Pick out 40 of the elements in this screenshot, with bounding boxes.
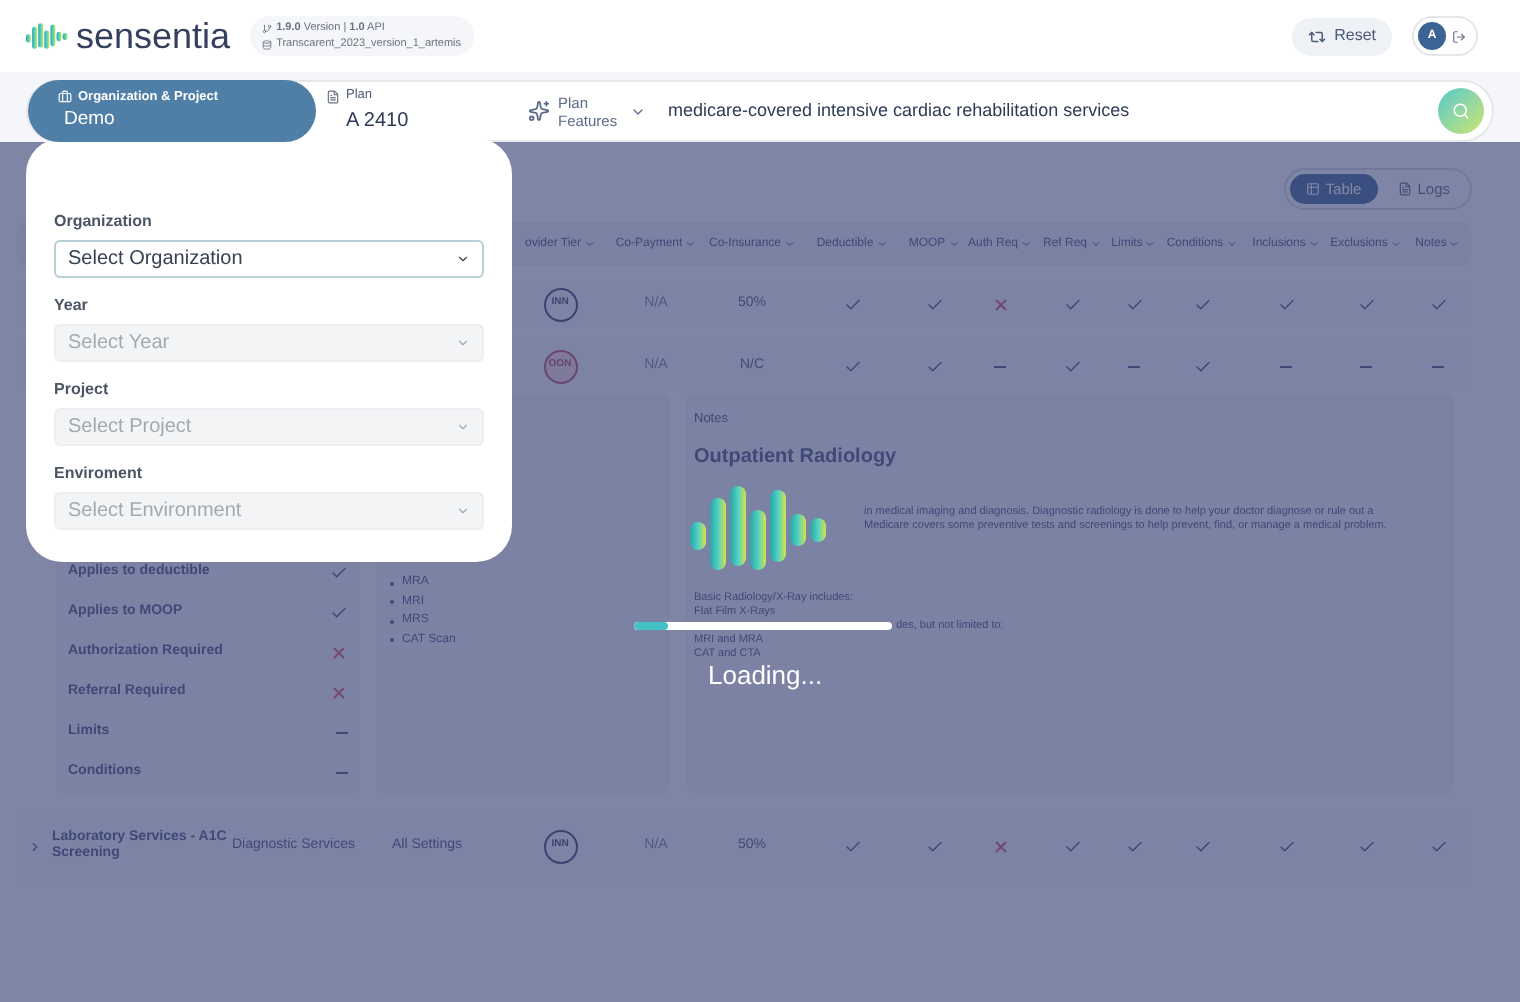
chevron-down-icon: [456, 336, 470, 350]
chevron-down-icon: [1448, 238, 1461, 250]
loading-text: Loading...: [708, 658, 823, 694]
chevron-down-icon: [456, 252, 470, 266]
field-label: Organization: [54, 212, 154, 232]
chevron-down-icon: [1389, 238, 1402, 250]
briefcase-icon: [58, 89, 72, 104]
branch-icon: [262, 23, 273, 33]
chevron-down-icon: [456, 504, 470, 518]
chevron-down-icon: [1144, 238, 1157, 250]
chevron-down-icon: [1020, 238, 1033, 250]
chevron-down-icon: [583, 238, 595, 250]
search-query[interactable]: medicare-covered intensive cardiac rehabilitation services: [668, 97, 1438, 125]
logout-icon[interactable]: [1452, 29, 1466, 43]
chevron-down-icon: [1089, 238, 1101, 250]
search-button[interactable]: [1438, 88, 1484, 134]
field-label: Year: [54, 296, 90, 316]
expand-icon[interactable]: [27, 839, 41, 853]
list-icon: [1397, 182, 1412, 196]
org-project-value: Demo: [64, 106, 117, 135]
notes-title: Outpatient Radiology: [694, 443, 899, 472]
select-field[interactable]: Select Organization: [54, 240, 484, 278]
reset-button[interactable]: Reset: [1292, 17, 1392, 55]
chevron-down-icon: [1307, 238, 1320, 250]
chevron-down-icon: [783, 238, 796, 250]
table-icon: [1305, 182, 1320, 196]
field-label: Enviroment: [54, 464, 145, 484]
chevron-down-icon: [947, 238, 960, 250]
reset-icon: [1308, 27, 1327, 45]
chevron-down-icon: [1225, 238, 1238, 250]
brand-logo-icon: [26, 20, 70, 52]
plan-value: A 2410: [346, 107, 411, 136]
brand-name: sensentia: [76, 18, 231, 54]
search-icon: [1452, 102, 1470, 120]
sparkles-icon: [528, 100, 550, 122]
chevron-down-icon: [875, 238, 888, 250]
chevron-down-icon: [684, 238, 697, 250]
chevron-down-icon: [456, 420, 470, 434]
database-icon: [262, 39, 273, 49]
plan-icon: [326, 89, 340, 103]
